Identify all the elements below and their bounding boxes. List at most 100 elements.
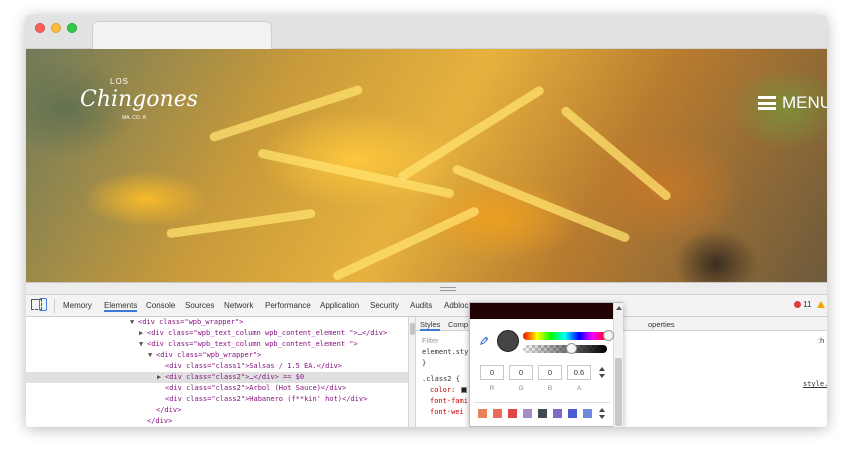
device-toolbar-icon[interactable] <box>39 298 47 311</box>
dom-node-markup: </div> <box>156 406 182 414</box>
alpha-label: A <box>576 385 582 392</box>
chevron-down-icon <box>599 374 605 378</box>
resize-grip-icon <box>440 287 456 291</box>
tab-security[interactable]: Security <box>370 301 399 310</box>
palette-swatch[interactable] <box>508 409 517 418</box>
tab-computed[interactable]: Comp <box>448 320 468 329</box>
stylesheet-source-link[interactable]: style.css?ve <box>803 380 827 388</box>
scrollbar-thumb[interactable] <box>615 358 622 426</box>
browser-window: LOS Chingones MA. CO. ® MENU Memory Elem… <box>26 15 827 427</box>
dom-node[interactable]: ▶ <div class="wpb_text_column wpb_content… <box>139 328 387 339</box>
css-line: element.sty <box>422 348 469 356</box>
error-warning-counter[interactable]: 11 9 <box>794 300 827 309</box>
blue-input[interactable]: 0 <box>538 365 562 380</box>
color-swatch-icon[interactable] <box>461 387 467 393</box>
dom-node[interactable]: ▼ <div class="wpb_text_column wpb_content… <box>139 339 358 350</box>
red-label: R <box>489 385 495 392</box>
picker-scrollbar[interactable] <box>613 303 623 427</box>
dom-node[interactable]: ▼ <div class="wpb_wrapper"> <box>148 350 261 361</box>
green-label: G <box>518 385 524 392</box>
tab-performance[interactable]: Performance <box>265 301 311 310</box>
chevron-down-icon <box>599 415 605 419</box>
dom-node[interactable]: <div class="class2">Habanero (f**kin' ho… <box>157 394 367 405</box>
menu-label: MENU <box>782 93 827 112</box>
chevron-up-icon <box>599 367 605 371</box>
dom-node[interactable]: <div class="class2">Arbol (Hot Sauce)</d… <box>157 383 346 394</box>
tab-styles[interactable]: Styles <box>420 320 441 331</box>
scroll-up-icon[interactable] <box>616 306 622 310</box>
css-property: font-wei <box>430 408 464 416</box>
close-window-button[interactable] <box>35 23 45 33</box>
selected-dom-node[interactable]: ▶ <div class="class2">…</div> == $0 <box>26 372 408 383</box>
css-line: } <box>422 359 427 367</box>
css-property: color: <box>430 386 456 394</box>
alpha-slider[interactable] <box>523 345 607 353</box>
expand-arrow-icon[interactable]: ▼ <box>139 339 147 350</box>
elements-tree: ▼ <div class="wpb_wrapper"> ▶ <div class="w… <box>26 317 408 427</box>
devtools-toolbar: Memory Elements Console Sources Network … <box>26 295 827 317</box>
tab-application[interactable]: Application <box>320 301 359 310</box>
expand-arrow-icon[interactable]: ▼ <box>148 350 156 361</box>
palette-swatch[interactable] <box>478 409 487 418</box>
collapse-arrow-icon[interactable]: ▶ <box>157 372 165 383</box>
dom-node[interactable]: <div class="class1">Salsas / 1.5 EA.</di… <box>157 361 342 372</box>
color-spectrum[interactable] <box>470 303 613 319</box>
menu-button[interactable]: MENU <box>758 93 827 113</box>
tab-sources[interactable]: Sources <box>185 301 214 310</box>
red-input[interactable]: 0 <box>480 365 504 380</box>
minimize-window-button[interactable] <box>51 23 61 33</box>
scrollbar-thumb[interactable] <box>410 323 415 335</box>
hero-image: LOS Chingones MA. CO. ® MENU <box>26 49 827 282</box>
elements-scrollbar[interactable] <box>408 317 416 427</box>
palette-swatch[interactable] <box>568 409 577 418</box>
divider <box>474 402 610 403</box>
tab-audits[interactable]: Audits <box>410 301 432 310</box>
maximize-window-button[interactable] <box>67 23 77 33</box>
hue-slider[interactable] <box>523 332 607 340</box>
dom-node-markup: </div> <box>147 417 173 425</box>
dom-node-markup: <div class="class2">Arbol (Hot Sauce)</d… <box>165 384 347 392</box>
expand-arrow-icon[interactable]: ▼ <box>130 317 138 328</box>
dom-node[interactable]: </div> <box>139 416 172 427</box>
alpha-input[interactable]: 0.6 <box>567 365 591 380</box>
blue-label: B <box>547 385 553 392</box>
tab-network[interactable]: Network <box>224 301 253 310</box>
tab-elements[interactable]: Elements <box>104 301 138 312</box>
palette-swatch[interactable] <box>538 409 547 418</box>
palette-swatch[interactable] <box>583 409 592 418</box>
dom-node[interactable]: </div> <box>148 405 181 416</box>
css-selector: .class2 { <box>422 375 460 383</box>
dom-node-markup: <div class="class1">Salsas / 1.5 EA.</di… <box>165 362 343 370</box>
hue-slider-handle[interactable] <box>603 330 614 341</box>
collapse-arrow-icon[interactable]: ▶ <box>139 328 147 339</box>
tab-properties[interactable]: operties <box>648 320 675 329</box>
palette-switcher[interactable] <box>598 408 606 420</box>
title-bar <box>26 15 827 49</box>
hamburger-icon <box>758 96 776 110</box>
error-icon <box>794 301 801 308</box>
alpha-slider-handle[interactable] <box>566 343 577 354</box>
hover-state-toggle[interactable]: :h <box>818 336 824 345</box>
green-input[interactable]: 0 <box>509 365 533 380</box>
browser-tab[interactable] <box>92 21 272 49</box>
tab-console[interactable]: Console <box>146 301 175 310</box>
styles-filter-input[interactable]: Filter <box>422 336 439 345</box>
devtools-panel: Memory Elements Console Sources Network … <box>26 282 827 427</box>
dom-node[interactable]: ▼ <div class="wpb_wrapper"> <box>130 317 243 328</box>
css-property: font-fami <box>430 397 468 405</box>
eyedropper-icon[interactable] <box>480 336 489 345</box>
palette-swatch[interactable] <box>523 409 532 418</box>
devtools-resize-handle[interactable] <box>26 283 827 295</box>
dom-node-markup: <div class="class2">…</div> == $0 <box>165 373 305 381</box>
color-format-toggle[interactable] <box>598 367 606 379</box>
dom-node-markup: <div class="wpb_text_column wpb_content_… <box>147 329 388 337</box>
dom-node-markup: <div class="wpb_wrapper"> <box>138 318 244 326</box>
tab-memory[interactable]: Memory <box>63 301 92 310</box>
palette-swatch[interactable] <box>493 409 502 418</box>
tab-adblock[interactable]: Adbloc <box>444 301 468 310</box>
chevron-up-icon <box>599 408 605 412</box>
dom-node-markup: <div class="class2">Habanero (f**kin' ho… <box>165 395 368 403</box>
dom-node-markup: <div class="wpb_text_column wpb_content_… <box>147 340 358 348</box>
palette-swatch[interactable] <box>553 409 562 418</box>
color-preview <box>497 330 519 352</box>
